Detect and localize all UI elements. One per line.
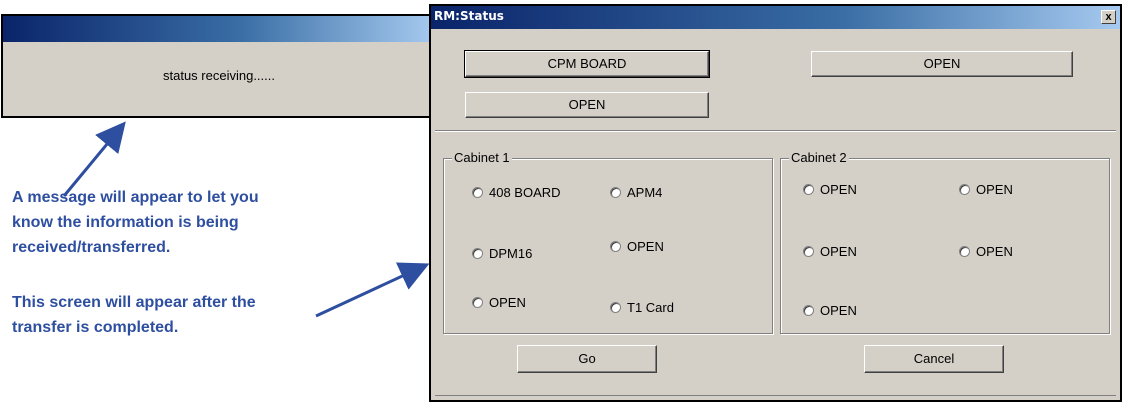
radio-circle-icon — [472, 187, 483, 198]
cancel-button[interactable]: Cancel — [864, 345, 1004, 373]
open-button-top-right[interactable]: OPEN — [811, 51, 1073, 77]
radio-circle-icon — [803, 246, 814, 257]
radio-circle-icon — [959, 184, 970, 195]
radio-label: OPEN — [489, 295, 526, 310]
open-button-second[interactable]: OPEN — [465, 92, 709, 118]
rm-status-dialog: RM:Status x CPM BOARD OPEN OPEN Cabinet … — [429, 4, 1122, 402]
radio-label: OPEN — [820, 244, 857, 259]
radio-label: OPEN — [976, 244, 1013, 259]
radio-circle-icon — [610, 302, 621, 313]
arrow-to-status-dialog — [62, 121, 126, 197]
radio-circle-icon — [610, 187, 621, 198]
radio-open-c2-1[interactable]: OPEN — [803, 182, 857, 197]
cabinet-1-group: Cabinet 1 408 BOARD APM4 DPM16 OPEN OPEN… — [443, 150, 773, 334]
radio-open-c1-a[interactable]: OPEN — [610, 239, 664, 254]
go-button[interactable]: Go — [517, 345, 657, 373]
radio-408-board[interactable]: 408 BOARD — [472, 185, 561, 200]
radio-label: T1 Card — [627, 300, 674, 315]
radio-circle-icon — [959, 246, 970, 257]
radio-open-c1-b[interactable]: OPEN — [472, 295, 526, 310]
radio-label: DPM16 — [489, 246, 533, 261]
radio-label: OPEN — [820, 303, 857, 318]
titlebar: RM:Status x — [431, 6, 1120, 29]
radio-dpm16[interactable]: DPM16 — [472, 246, 532, 261]
arrow-to-rm-status — [315, 262, 430, 318]
radio-open-c2-4[interactable]: OPEN — [959, 244, 1013, 259]
radio-circle-icon — [472, 297, 483, 308]
radio-circle-icon — [803, 305, 814, 316]
cabinet-1-label: Cabinet 1 — [452, 150, 512, 165]
radio-label: OPEN — [976, 182, 1013, 197]
radio-label: APM4 — [627, 185, 663, 200]
radio-label: OPEN — [820, 182, 857, 197]
radio-circle-icon — [472, 248, 483, 259]
window-title: RM:Status — [434, 9, 504, 23]
radio-t1-card[interactable]: T1 Card — [610, 300, 674, 315]
radio-label: OPEN — [627, 239, 664, 254]
radio-open-c2-5[interactable]: OPEN — [803, 303, 857, 318]
cabinet-2-group: Cabinet 2 OPEN OPEN OPEN OPEN OPEN — [780, 150, 1110, 334]
dialog-bottom-edge — [435, 395, 1116, 396]
cabinet-2-label: Cabinet 2 — [789, 150, 849, 165]
radio-open-c2-3[interactable]: OPEN — [803, 244, 857, 259]
divider — [435, 130, 1116, 132]
radio-label: 408 BOARD — [489, 185, 561, 200]
radio-circle-icon — [610, 241, 621, 252]
close-button[interactable]: x — [1101, 10, 1116, 24]
radio-open-c2-2[interactable]: OPEN — [959, 182, 1013, 197]
cpm-board-button[interactable]: CPM BOARD — [464, 50, 710, 78]
radio-circle-icon — [803, 184, 814, 195]
close-icon: x — [1105, 11, 1112, 23]
radio-apm4[interactable]: APM4 — [610, 185, 662, 200]
